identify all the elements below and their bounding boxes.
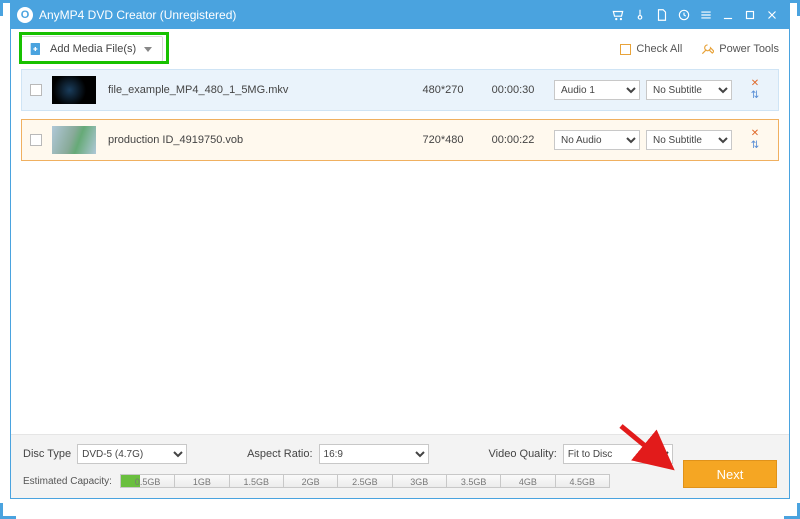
toolbar: Add Media File(s) Check All Power Tools [11,29,789,69]
history-icon[interactable] [673,4,695,26]
estimated-capacity-label: Estimated Capacity: [23,476,112,487]
next-button[interactable]: Next [683,460,777,488]
reorder-icon[interactable]: ⇅ [751,91,759,101]
file-duration: 00:00:22 [478,134,548,146]
add-media-files-button[interactable]: Add Media File(s) [21,36,163,62]
window-title: AnyMP4 DVD Creator (Unregistered) [39,8,236,22]
thumbnail [52,76,96,104]
audio-select[interactable]: No Audio [554,130,640,150]
file-duration: 00:00:30 [478,84,548,96]
add-media-files-label: Add Media File(s) [50,43,136,55]
power-tools-button[interactable]: Power Tools [700,42,779,56]
file-resolution: 480*270 [408,84,478,96]
file-row[interactable]: production ID_4919750.vob 720*480 00:00:… [21,119,779,161]
file-row[interactable]: file_example_MP4_480_1_5MG.mkv 480*270 0… [21,69,779,111]
next-button-label: Next [717,467,744,482]
power-tools-label: Power Tools [719,43,779,55]
maximize-icon[interactable] [739,4,761,26]
capacity-bar: 0.5GB1GB1.5GB2GB2.5GB3GB3.5GB4GB4.5GB [120,474,610,488]
caret-down-icon [144,47,152,52]
thumbnail [52,126,96,154]
video-quality-select[interactable]: Fit to Disc [563,444,673,464]
titlebar: O AnyMP4 DVD Creator (Unregistered) [11,1,789,29]
aspect-ratio-select[interactable]: 16:9 [319,444,429,464]
video-quality-label: Video Quality: [489,448,557,460]
temperature-icon[interactable] [629,4,651,26]
disc-type-label: Disc Type [23,448,71,460]
cart-icon[interactable] [607,4,629,26]
file-resolution: 720*480 [408,134,478,146]
row-checkbox[interactable] [30,84,42,96]
app-logo-icon: O [17,7,33,23]
close-icon[interactable] [761,4,783,26]
disc-type-select[interactable]: DVD-5 (4.7G) [77,444,187,464]
file-name: file_example_MP4_480_1_5MG.mkv [108,84,408,96]
audio-select[interactable]: Audio 1 [554,80,640,100]
subtitle-select[interactable]: No Subtitle [646,130,732,150]
app-window: O AnyMP4 DVD Creator (Unregistered) Add … [10,0,790,499]
check-all-label: Check All [636,43,682,55]
reorder-icon[interactable]: ⇅ [751,141,759,151]
remove-icon[interactable]: ✕ [751,129,759,139]
minimize-icon[interactable] [717,4,739,26]
add-file-icon [28,41,44,57]
menu-icon[interactable] [695,4,717,26]
capacity-ticks: 0.5GB1GB1.5GB2GB2.5GB3GB3.5GB4GB4.5GB [121,475,609,487]
tools-icon [700,42,714,56]
checkbox-icon [620,44,631,55]
bottom-bar: Disc Type DVD-5 (4.7G) Aspect Ratio: 16:… [11,434,789,498]
row-checkbox[interactable] [30,134,42,146]
file-name: production ID_4919750.vob [108,134,408,146]
file-icon[interactable] [651,4,673,26]
subtitle-select[interactable]: No Subtitle [646,80,732,100]
file-list: file_example_MP4_480_1_5MG.mkv 480*270 0… [11,69,789,161]
aspect-ratio-label: Aspect Ratio: [247,448,312,460]
remove-icon[interactable]: ✕ [751,79,759,89]
check-all-toggle[interactable]: Check All [620,43,682,55]
